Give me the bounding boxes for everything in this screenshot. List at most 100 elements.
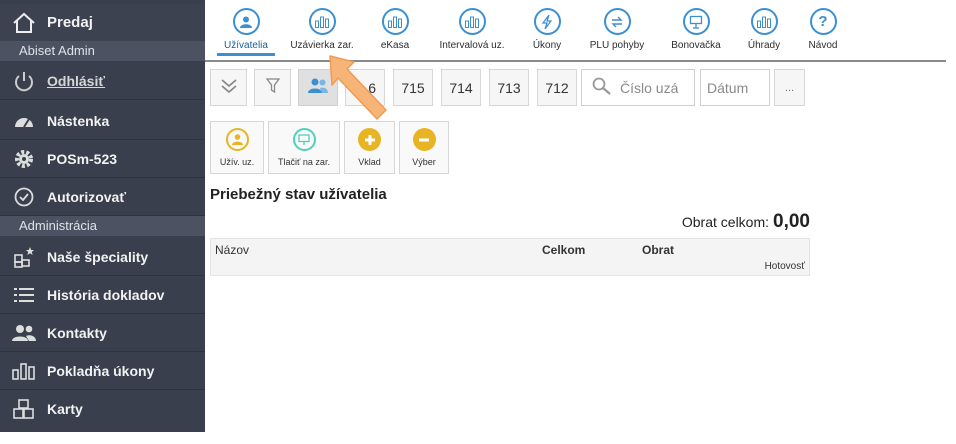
sidebar-item-posm[interactable]: POSm-523 bbox=[0, 140, 205, 178]
minus-icon bbox=[412, 128, 436, 151]
sidebar: Predaj Abiset Admin Odhlásiť Nástenka PO… bbox=[0, 0, 205, 432]
presentation-icon bbox=[682, 8, 710, 35]
user-icon bbox=[232, 8, 260, 35]
bar-chart-icon bbox=[308, 8, 336, 35]
withdrawal-button[interactable]: Výber bbox=[399, 121, 449, 174]
tab-intervalova-uz[interactable]: Intervalová uz. bbox=[437, 8, 507, 51]
search-icon bbox=[592, 77, 612, 98]
closure-number-button[interactable]: 714 bbox=[441, 69, 481, 106]
tab-label: Návod bbox=[808, 40, 838, 51]
lightning-icon bbox=[533, 8, 561, 35]
tab-label: Bonovačka bbox=[671, 40, 721, 51]
list-icon bbox=[0, 276, 47, 314]
sidebar-item-label: Nástenka bbox=[47, 112, 110, 129]
column-header-cash[interactable]: Hotovosť bbox=[765, 261, 805, 272]
tab-label: Užívatelia bbox=[224, 40, 268, 51]
closure-number: 712 bbox=[545, 79, 569, 96]
date-field[interactable]: Dátum bbox=[700, 69, 770, 106]
home-icon bbox=[0, 4, 47, 42]
tab-label: PLU pohyby bbox=[589, 40, 645, 51]
closure-number-search[interactable]: Číslo uzá bbox=[581, 69, 695, 106]
filter-button[interactable] bbox=[254, 69, 291, 106]
logout-link[interactable]: Odhlásiť bbox=[0, 62, 205, 100]
sidebar-item-label: História dokladov bbox=[47, 286, 165, 303]
column-header-turnover[interactable]: Obrat bbox=[642, 243, 674, 257]
user-icon bbox=[225, 128, 249, 151]
sidebar-item-pokladna-ukony[interactable]: Pokladňa úkony bbox=[0, 352, 205, 390]
closure-number-button[interactable]: 712 bbox=[537, 69, 577, 106]
tab-label: Intervalová uz. bbox=[439, 40, 505, 51]
boxes-icon bbox=[0, 390, 47, 428]
closure-number: 713 bbox=[497, 79, 521, 96]
deposit-button[interactable]: Vklad bbox=[344, 121, 395, 174]
presentation-icon bbox=[292, 128, 316, 151]
page-title: Priebežný stav užívatelia bbox=[210, 186, 387, 203]
sidebar-item-label: POSm-523 bbox=[47, 150, 118, 167]
tab-bonovacka[interactable]: Bonovačka bbox=[668, 8, 724, 51]
exchange-icon bbox=[603, 8, 631, 35]
action-label: Vklad bbox=[358, 157, 381, 167]
power-icon bbox=[0, 62, 47, 100]
tab-label: Uzávierka zar. bbox=[290, 40, 354, 51]
sidebar-item-karty[interactable]: Karty bbox=[0, 390, 205, 428]
action-label: Tlačiť na zar. bbox=[278, 157, 330, 167]
filter-icon bbox=[265, 78, 280, 97]
question-icon: ? bbox=[809, 8, 837, 35]
user-closure-button[interactable]: Užív. uz. bbox=[210, 121, 264, 174]
starred-boxes-icon bbox=[0, 238, 47, 276]
sidebar-item-label: Karty bbox=[47, 401, 83, 417]
bar-chart-icon bbox=[381, 8, 409, 35]
print-on-device-button[interactable]: Tlačiť na zar. bbox=[268, 121, 340, 174]
action-label: Užív. uz. bbox=[219, 157, 255, 167]
brand-label: Predaj bbox=[47, 14, 93, 31]
tab-label: eKasa bbox=[380, 40, 410, 51]
sidebar-item-kontakty[interactable]: Kontakty bbox=[0, 314, 205, 352]
double-chevron-down-icon bbox=[220, 78, 238, 97]
more-button[interactable]: ... bbox=[774, 69, 805, 106]
tab-uhrady[interactable]: Úhrady bbox=[746, 8, 782, 51]
more-label: ... bbox=[784, 81, 795, 94]
bar-chart-icon bbox=[0, 352, 47, 390]
turnover-label: Obrat celkom: bbox=[681, 214, 770, 230]
tab-label: Úkony bbox=[532, 40, 562, 51]
tab-navod[interactable]: ? Návod bbox=[806, 8, 840, 51]
column-header-total[interactable]: Celkom bbox=[542, 243, 585, 257]
user-section-header: Abiset Admin bbox=[0, 41, 205, 61]
action-label: Výber bbox=[412, 157, 436, 167]
pointer-arrow-icon bbox=[329, 55, 387, 120]
admin-section-header: Administrácia bbox=[0, 216, 205, 236]
turnover-value: 0,00 bbox=[773, 211, 810, 232]
gear-icon bbox=[0, 140, 47, 178]
sidebar-item-nastenka[interactable]: Nástenka bbox=[0, 102, 205, 140]
tab-ukony[interactable]: Úkony bbox=[530, 8, 564, 51]
tab-uzivatelia[interactable]: Užívatelia bbox=[217, 8, 275, 51]
closure-number-button[interactable]: 715 bbox=[393, 69, 433, 106]
brand-predaj[interactable]: Predaj bbox=[0, 4, 205, 42]
active-tab-indicator bbox=[217, 53, 275, 56]
date-placeholder: Dátum bbox=[707, 79, 749, 96]
total-turnover: Obrat celkom: 0,00 bbox=[682, 211, 810, 233]
table-header: Názov Celkom Obrat Hotovosť bbox=[210, 238, 810, 276]
tab-ekasa[interactable]: eKasa bbox=[375, 8, 415, 51]
users-icon bbox=[308, 78, 328, 97]
sidebar-item-label: Naše špeciality bbox=[47, 248, 149, 265]
closure-number-button[interactable]: 713 bbox=[489, 69, 529, 106]
tab-label: Úhrady bbox=[747, 40, 781, 51]
sidebar-item-historia-dokladov[interactable]: História dokladov bbox=[0, 276, 205, 314]
sidebar-item-label: Pokladňa úkony bbox=[47, 362, 155, 379]
tab-uzavierka-zar[interactable]: Uzávierka zar. bbox=[290, 8, 354, 51]
collapse-button[interactable] bbox=[210, 69, 247, 106]
search-placeholder: Číslo uzá bbox=[620, 79, 679, 96]
tab-plu-pohyby[interactable]: PLU pohyby bbox=[588, 8, 646, 51]
bar-chart-icon bbox=[458, 8, 486, 35]
sidebar-item-label: Autorizovať bbox=[47, 188, 127, 205]
check-circle-icon bbox=[0, 178, 47, 216]
dashboard-gauge-icon bbox=[0, 102, 47, 140]
bar-chart-icon bbox=[750, 8, 778, 35]
column-header-name[interactable]: Názov bbox=[215, 243, 249, 257]
sidebar-item-nase-speciality[interactable]: Naše špeciality bbox=[0, 238, 205, 276]
plus-icon bbox=[358, 128, 381, 151]
sidebar-item-autorizovat[interactable]: Autorizovať bbox=[0, 178, 205, 216]
logout-label: Odhlásiť bbox=[47, 72, 106, 89]
users-icon bbox=[0, 314, 47, 352]
